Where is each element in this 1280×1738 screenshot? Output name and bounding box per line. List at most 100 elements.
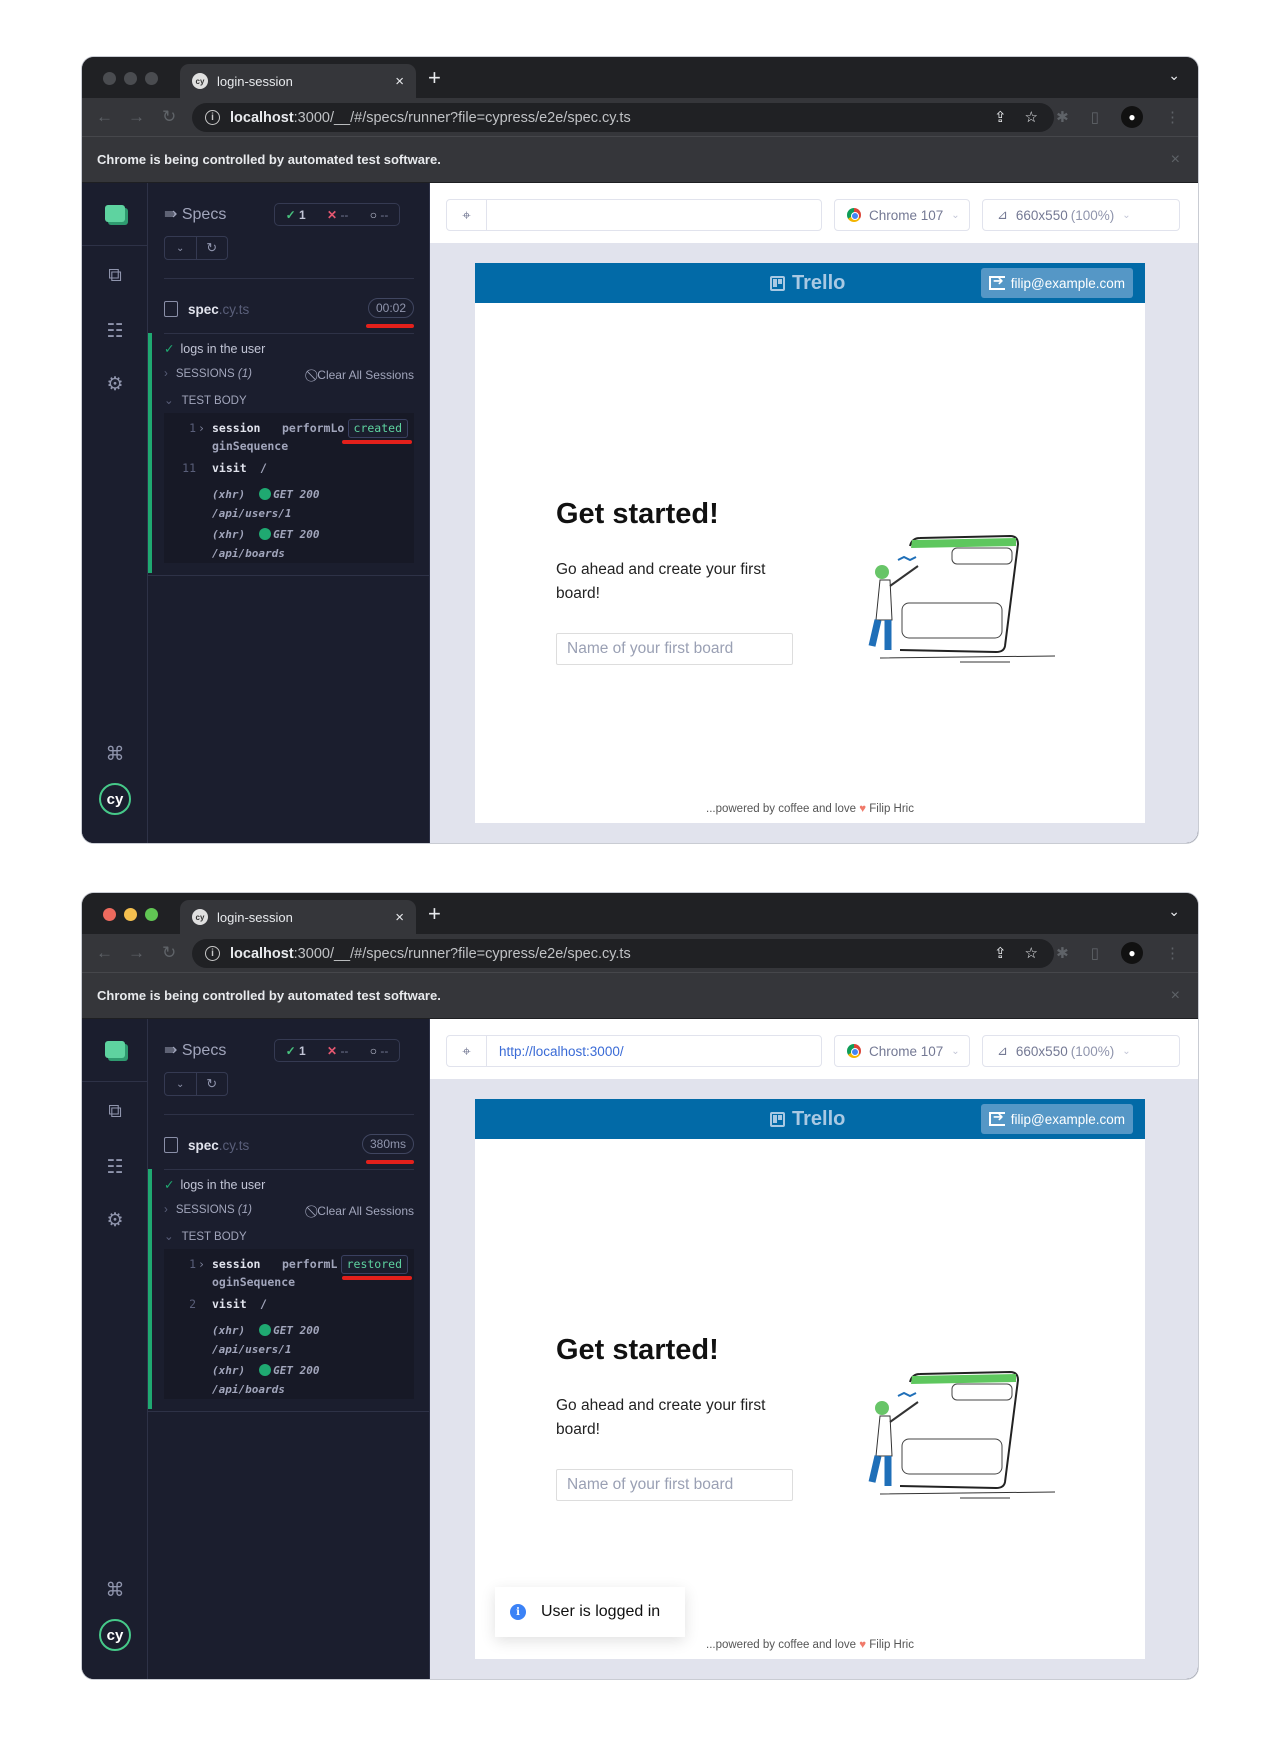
infobar-close-icon[interactable]: × [1171,151,1180,169]
browser-selector[interactable]: Chrome 107 ⌄ [834,1035,970,1067]
test-item[interactable]: ✓ logs in the user › SESSIONS (1) ⃠ Clear … [148,1169,430,1409]
close-tab-icon[interactable]: × [395,73,404,90]
maximize-window-button[interactable] [145,908,158,921]
reload-icon[interactable]: ↻ [162,943,176,963]
passed-count: ✓ 1 [285,1043,306,1058]
share-icon[interactable]: ⇪ [994,108,1007,126]
browser-window-session-restored: cy login-session × + ⌄ ← → ↻ i localhost… [82,893,1198,1679]
profile-avatar-icon[interactable]: ● [1121,942,1143,964]
sidebar-item-runs[interactable]: ☷ [82,1156,148,1179]
rerun-button[interactable]: ↻ [197,237,228,259]
sidebar-item-project[interactable] [82,205,148,222]
site-info-icon[interactable]: i [205,946,220,961]
site-info-icon[interactable]: i [205,110,220,125]
cypress-logo[interactable]: cy [82,1619,148,1651]
clear-all-sessions-button[interactable]: ⃠ Clear All Sessions [314,1204,414,1219]
first-board-name-input[interactable] [556,1469,793,1501]
document-icon [164,301,178,317]
aut-url-bar[interactable]: ⌖ http://localhost:3000/ [446,1035,822,1067]
new-tab-button[interactable]: + [428,901,441,927]
heart-icon: ♥ [859,1639,867,1651]
address-bar[interactable]: i localhost :3000/__/#/specs/runner?file… [192,939,1054,968]
test-body-toggle[interactable]: ⌄ TEST BODY [164,393,247,407]
maximize-window-button[interactable] [145,72,158,85]
chrome-menu-icon[interactable]: ⋮ [1165,944,1180,962]
aut-url-bar[interactable]: ⌖ [446,199,822,231]
logout-button[interactable]: filip@example.com [980,1104,1133,1134]
browser-tab[interactable]: cy login-session × [180,64,416,98]
side-panel-icon[interactable]: ▯ [1091,944,1099,962]
viewport-selector[interactable]: ⊿ 660x550 (100%) ⌄ [982,1035,1180,1067]
trello-logo[interactable]: Trello [770,272,845,295]
xhr-request[interactable]: (xhr) GET 200 /api/users/1 [212,485,319,523]
forward-arrow-icon[interactable]: → [128,107,145,127]
viewport-selector[interactable]: ⊿ 660x550 (100%) ⌄ [982,199,1180,231]
chrome-menu-icon[interactable]: ⋮ [1165,108,1180,126]
keyboard-shortcuts-button[interactable]: ⌘ [82,1579,148,1602]
sidebar-item-settings[interactable]: ⚙ [82,1209,148,1232]
ruler-icon: ⊿ [997,1043,1008,1058]
share-icon[interactable]: ⇪ [994,944,1007,962]
chrome-icon [847,208,861,222]
command-key-icon: ⌘ [105,1580,125,1601]
xhr-request[interactable]: (xhr) GET 200 /api/boards [212,1361,319,1399]
logout-button[interactable]: filip@example.com [980,268,1133,298]
cypress-app: ⧉ ☷ ⚙ ⌘ cy ⇛ Specs ✓ 1 ✕ -- ○ -- ⌄ ↻ spe… [82,1019,1198,1679]
sidebar-item-runs[interactable]: ☷ [82,320,148,343]
sidebar-item-specs[interactable]: ⧉ [82,1101,148,1123]
xhr-request[interactable]: (xhr) GET 200 /api/boards [212,525,319,563]
first-board-name-input[interactable] [556,633,793,665]
back-arrow-icon[interactable]: ← [96,107,113,127]
specs-toggle[interactable]: ⇛ Specs [164,1040,226,1060]
specs-toggle[interactable]: ⇛ Specs [164,204,226,224]
bookmark-star-icon[interactable]: ☆ [1025,944,1038,962]
test-item[interactable]: ✓ logs in the user › SESSIONS (1) ⃠ Clear … [148,333,430,573]
back-arrow-icon[interactable]: ← [96,943,113,963]
rerun-button[interactable]: ↻ [197,1073,228,1095]
new-tab-button[interactable]: + [428,65,441,91]
chevron-down-icon: ⌄ [164,1231,174,1243]
xhr-request[interactable]: (xhr) GET 200 /api/users/1 [212,1321,319,1359]
sidebar-item-project[interactable] [82,1041,148,1058]
test-body-toggle[interactable]: ⌄ TEST BODY [164,1229,247,1243]
sessions-toggle[interactable]: › SESSIONS (1) ⃠ Clear All Sessions [164,1204,414,1219]
cypress-logo[interactable]: cy [82,783,148,815]
browser-tab[interactable]: cy login-session × [180,900,416,934]
tab-search-chevron-icon[interactable]: ⌄ [1168,903,1180,920]
reload-icon[interactable]: ↻ [162,107,176,127]
get-started-description: Go ahead and create your first board! [556,561,766,602]
address-bar[interactable]: i localhost :3000/__/#/specs/runner?file… [192,103,1054,132]
browser-selector[interactable]: Chrome 107 ⌄ [834,199,970,231]
collapse-all-button[interactable]: ⌄ [165,237,197,259]
annotation-underline [342,1276,412,1280]
sessions-toggle[interactable]: › SESSIONS (1) ⃠ Clear All Sessions [164,368,414,383]
selector-playground-crosshair-icon[interactable]: ⌖ [447,200,487,230]
minimize-window-button[interactable] [124,72,137,85]
command-session[interactable]: 1 › session performLo ginSequence create… [164,419,414,455]
close-tab-icon[interactable]: × [395,909,404,926]
close-window-button[interactable] [103,72,116,85]
trello-logo[interactable]: Trello [770,1108,845,1131]
forward-arrow-icon[interactable]: → [128,943,145,963]
extensions-puzzle-icon[interactable]: ✱ [1056,944,1069,962]
infobar-close-icon[interactable]: × [1171,987,1180,1005]
keyboard-shortcuts-button[interactable]: ⌘ [82,743,148,766]
test-title[interactable]: ✓ logs in the user [164,1177,265,1192]
tab-search-chevron-icon[interactable]: ⌄ [1168,67,1180,84]
side-panel-icon[interactable]: ▯ [1091,108,1099,126]
selector-playground-crosshair-icon[interactable]: ⌖ [447,1036,487,1066]
command-session[interactable]: 1 › session performL oginSequence restor… [164,1255,414,1291]
sidebar-item-settings[interactable]: ⚙ [82,373,148,396]
test-title[interactable]: ✓ logs in the user [164,341,265,356]
aut-url[interactable]: http://localhost:3000/ [487,1044,624,1059]
window-controls [103,908,158,921]
sidebar-item-specs[interactable]: ⧉ [82,265,148,287]
minimize-window-button[interactable] [124,908,137,921]
close-window-button[interactable] [103,908,116,921]
chevron-right-icon: › [164,368,168,380]
clear-all-sessions-button[interactable]: ⃠ Clear All Sessions [314,368,414,383]
collapse-all-button[interactable]: ⌄ [165,1073,197,1095]
bookmark-star-icon[interactable]: ☆ [1025,108,1038,126]
extensions-puzzle-icon[interactable]: ✱ [1056,108,1069,126]
profile-avatar-icon[interactable]: ● [1121,106,1143,128]
